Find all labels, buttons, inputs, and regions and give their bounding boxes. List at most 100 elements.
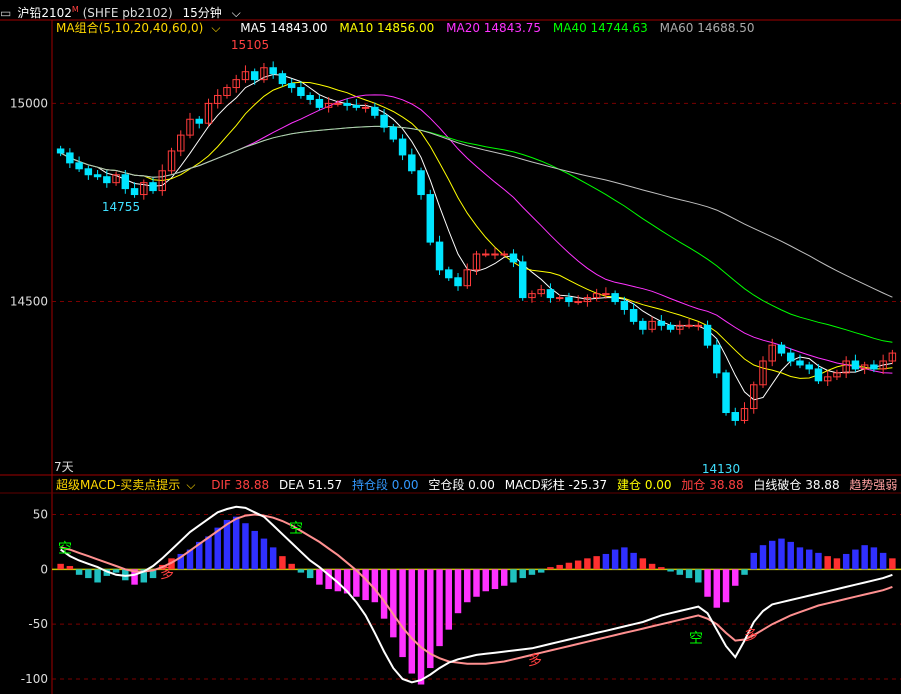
ma-lines <box>60 73 893 401</box>
macd-bar-negative <box>75 569 83 575</box>
macd-bar-negative <box>297 569 305 573</box>
candle-up <box>574 301 582 304</box>
candle-down <box>84 168 93 176</box>
macd-bar-positive <box>611 549 619 570</box>
macd-bar-positive <box>824 556 831 570</box>
candle-down <box>250 71 259 81</box>
long-signal: 多 <box>744 627 758 644</box>
candle-up <box>694 324 703 327</box>
candle-down <box>343 102 351 106</box>
macd-bar-negative <box>704 569 711 597</box>
candle-down <box>380 114 388 128</box>
macd-bar-positive <box>602 553 610 570</box>
macd-bar-positive <box>214 527 221 570</box>
macd-bar-negative <box>491 569 499 590</box>
short-signal: 空 <box>689 631 703 647</box>
macd-bar-negative <box>676 569 684 575</box>
macd-bar-positive <box>260 538 268 570</box>
macd-bar-positive <box>205 536 212 570</box>
macd-bar-positive <box>750 552 757 570</box>
macd-bar-positive <box>593 556 600 570</box>
candle-down <box>56 148 65 154</box>
days-label: 7天 <box>54 460 74 474</box>
macd-bar-positive <box>815 552 822 570</box>
ma5-line <box>60 73 893 401</box>
macd-bar-negative <box>537 569 545 573</box>
macd-bar-positive <box>242 523 249 570</box>
macd-bar-positive <box>778 538 785 570</box>
candle-down <box>518 261 527 299</box>
long-signal: 多 <box>160 565 174 582</box>
macd-bar-positive <box>833 558 841 570</box>
macd-bar-negative <box>722 569 730 603</box>
candle-down <box>315 98 324 108</box>
candle-up <box>482 253 490 256</box>
macd-bar-positive <box>648 563 656 570</box>
macd-bar-negative <box>454 569 462 614</box>
candle-down <box>870 364 878 370</box>
macd-bar-negative <box>482 569 489 592</box>
macd-bar-negative <box>94 569 101 583</box>
macd-tick-label: -100 <box>21 672 48 686</box>
candle-down <box>703 324 712 346</box>
macd-bar-positive <box>565 562 573 570</box>
candle-up <box>685 324 693 327</box>
candle-down <box>426 194 435 243</box>
price-tick-label: 15000 <box>10 96 48 110</box>
macd-bar-negative <box>500 569 508 586</box>
candle-up <box>500 253 508 256</box>
macd-bar-positive <box>223 519 231 570</box>
macd-bar-negative <box>112 569 120 573</box>
candle-down <box>805 364 813 370</box>
candle-down <box>371 106 379 116</box>
macd-bar-negative <box>306 569 314 579</box>
macd-bar-positive <box>805 549 813 570</box>
candle-up <box>555 297 564 300</box>
macd-bar-positive <box>251 530 258 570</box>
short-signal: 空 <box>58 541 72 557</box>
macd-bar-negative <box>85 569 92 579</box>
candle-down <box>398 138 407 156</box>
macd-bar-positive <box>861 545 868 570</box>
macd-bar-negative <box>685 569 693 579</box>
candle-down <box>417 170 425 196</box>
candle-down <box>352 104 361 108</box>
macd-bar-positive <box>584 558 591 570</box>
candle-down <box>435 241 444 271</box>
candle-down <box>509 253 518 263</box>
macd-bar-positive <box>621 547 628 570</box>
candle-down <box>620 301 629 310</box>
macd-bar-negative <box>408 569 416 674</box>
macd-bar-positive <box>279 556 286 570</box>
macd-bar-negative <box>667 569 674 572</box>
candle-down <box>777 344 786 354</box>
chart-canvas[interactable]: 15000 14500 50 0 -50 -100 15105 14755 14… <box>0 0 901 694</box>
macd-bar-negative <box>741 569 748 575</box>
macd-bar-positive <box>66 566 74 570</box>
candle-down <box>306 94 314 100</box>
macd-bar-negative <box>390 569 397 638</box>
macd-bar-positive <box>547 567 554 570</box>
ma10-line <box>60 81 893 379</box>
short-signal: 空 <box>289 521 303 537</box>
candle-down <box>93 174 102 178</box>
macd-bar-positive <box>658 567 665 570</box>
candle-down <box>722 372 730 414</box>
macd-bar-positive <box>288 563 295 570</box>
price-tick-label: 14500 <box>10 295 48 309</box>
candle-down <box>814 368 823 382</box>
candle-down <box>149 182 157 192</box>
candle-down <box>75 162 83 170</box>
macd-bar-positive <box>269 547 277 570</box>
macd-bar-positive <box>630 552 637 570</box>
macd-bar-negative <box>473 569 480 597</box>
macd-bar-positive <box>759 545 767 570</box>
macd-tick-label: -50 <box>28 617 48 631</box>
macd-bar-negative <box>528 569 536 575</box>
candle-down <box>639 320 647 330</box>
candle-down <box>103 176 111 184</box>
macd-bar-negative <box>695 569 702 583</box>
candle-down <box>565 297 573 303</box>
candle-down <box>657 320 666 326</box>
low-price-label: 14755 <box>102 200 140 214</box>
